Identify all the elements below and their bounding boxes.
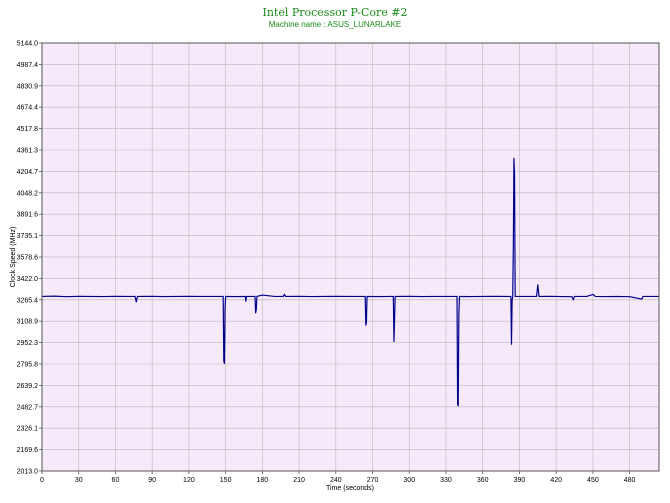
x-tick-label: 360	[477, 477, 489, 484]
y-tick-label: 3108.9	[17, 319, 39, 326]
x-tick-label: 210	[293, 477, 305, 484]
y-tick-label: 4048.2	[17, 190, 39, 197]
x-tick-label: 390	[514, 477, 526, 484]
y-axis-label: Clock Speed (MHz)	[10, 227, 17, 288]
y-tick-label: 2639.2	[17, 383, 39, 390]
y-tick-label: 2952.3	[17, 340, 39, 347]
x-tick-label: 30	[75, 477, 83, 484]
y-tick-label: 4830.9	[17, 83, 39, 90]
x-tick-label: 420	[550, 477, 562, 484]
y-tick-label: 4204.7	[17, 169, 39, 176]
y-tick-label: 2326.1	[17, 426, 39, 433]
y-tick-label: 2169.6	[17, 447, 39, 454]
x-tick-label: 60	[112, 477, 120, 484]
x-tick-label: 120	[183, 477, 195, 484]
x-tick-label: 330	[440, 477, 452, 484]
chart-title: Intel Processor P-Core #2	[262, 6, 407, 19]
x-tick-label: 270	[367, 477, 379, 484]
y-tick-label: 4361.3	[17, 147, 39, 154]
y-tick-label: 4987.4	[17, 62, 39, 69]
x-tick-label: 480	[624, 477, 636, 484]
y-tick-label: 3735.1	[17, 233, 39, 240]
y-tick-label: 3891.6	[17, 212, 39, 219]
y-tick-label: 5144.0	[17, 41, 39, 48]
x-tick-labels: 0 30 60 90 120 150 180 210 240 270 300 330 360 390 420…	[40, 477, 636, 484]
y-tick-label: 4517.8	[17, 126, 39, 133]
x-tick-label: 450	[587, 477, 599, 484]
y-tick-label: 3422.0	[17, 276, 39, 283]
x-tick-label: 150	[220, 477, 232, 484]
x-tick-label: 300	[403, 477, 415, 484]
x-tick-label: 90	[148, 477, 156, 484]
chart-subtitle: Machine name : ASUS_LUNARLAKE	[269, 20, 402, 29]
x-axis-label: Time (seconds)	[326, 485, 374, 492]
clock-speed-chart: Intel Processor P-Core #2 Machine name :…	[10, 6, 660, 492]
x-tick-label: 0	[40, 477, 44, 484]
x-tick-label: 180	[257, 477, 269, 484]
y-tick-label: 2795.8	[17, 361, 39, 368]
y-tick-label: 4674.4	[17, 105, 39, 112]
y-tick-label: 3265.4	[17, 297, 39, 304]
y-tick-labels: 2013.0 2169.6 2326.1 2482.7 2639.2 2795.8 2952…	[17, 41, 39, 476]
y-tick-label: 2013.0	[17, 469, 39, 476]
y-tick-label: 2482.7	[17, 404, 39, 411]
x-tick-label: 240	[330, 477, 342, 484]
y-tick-label: 3578.6	[17, 254, 39, 261]
